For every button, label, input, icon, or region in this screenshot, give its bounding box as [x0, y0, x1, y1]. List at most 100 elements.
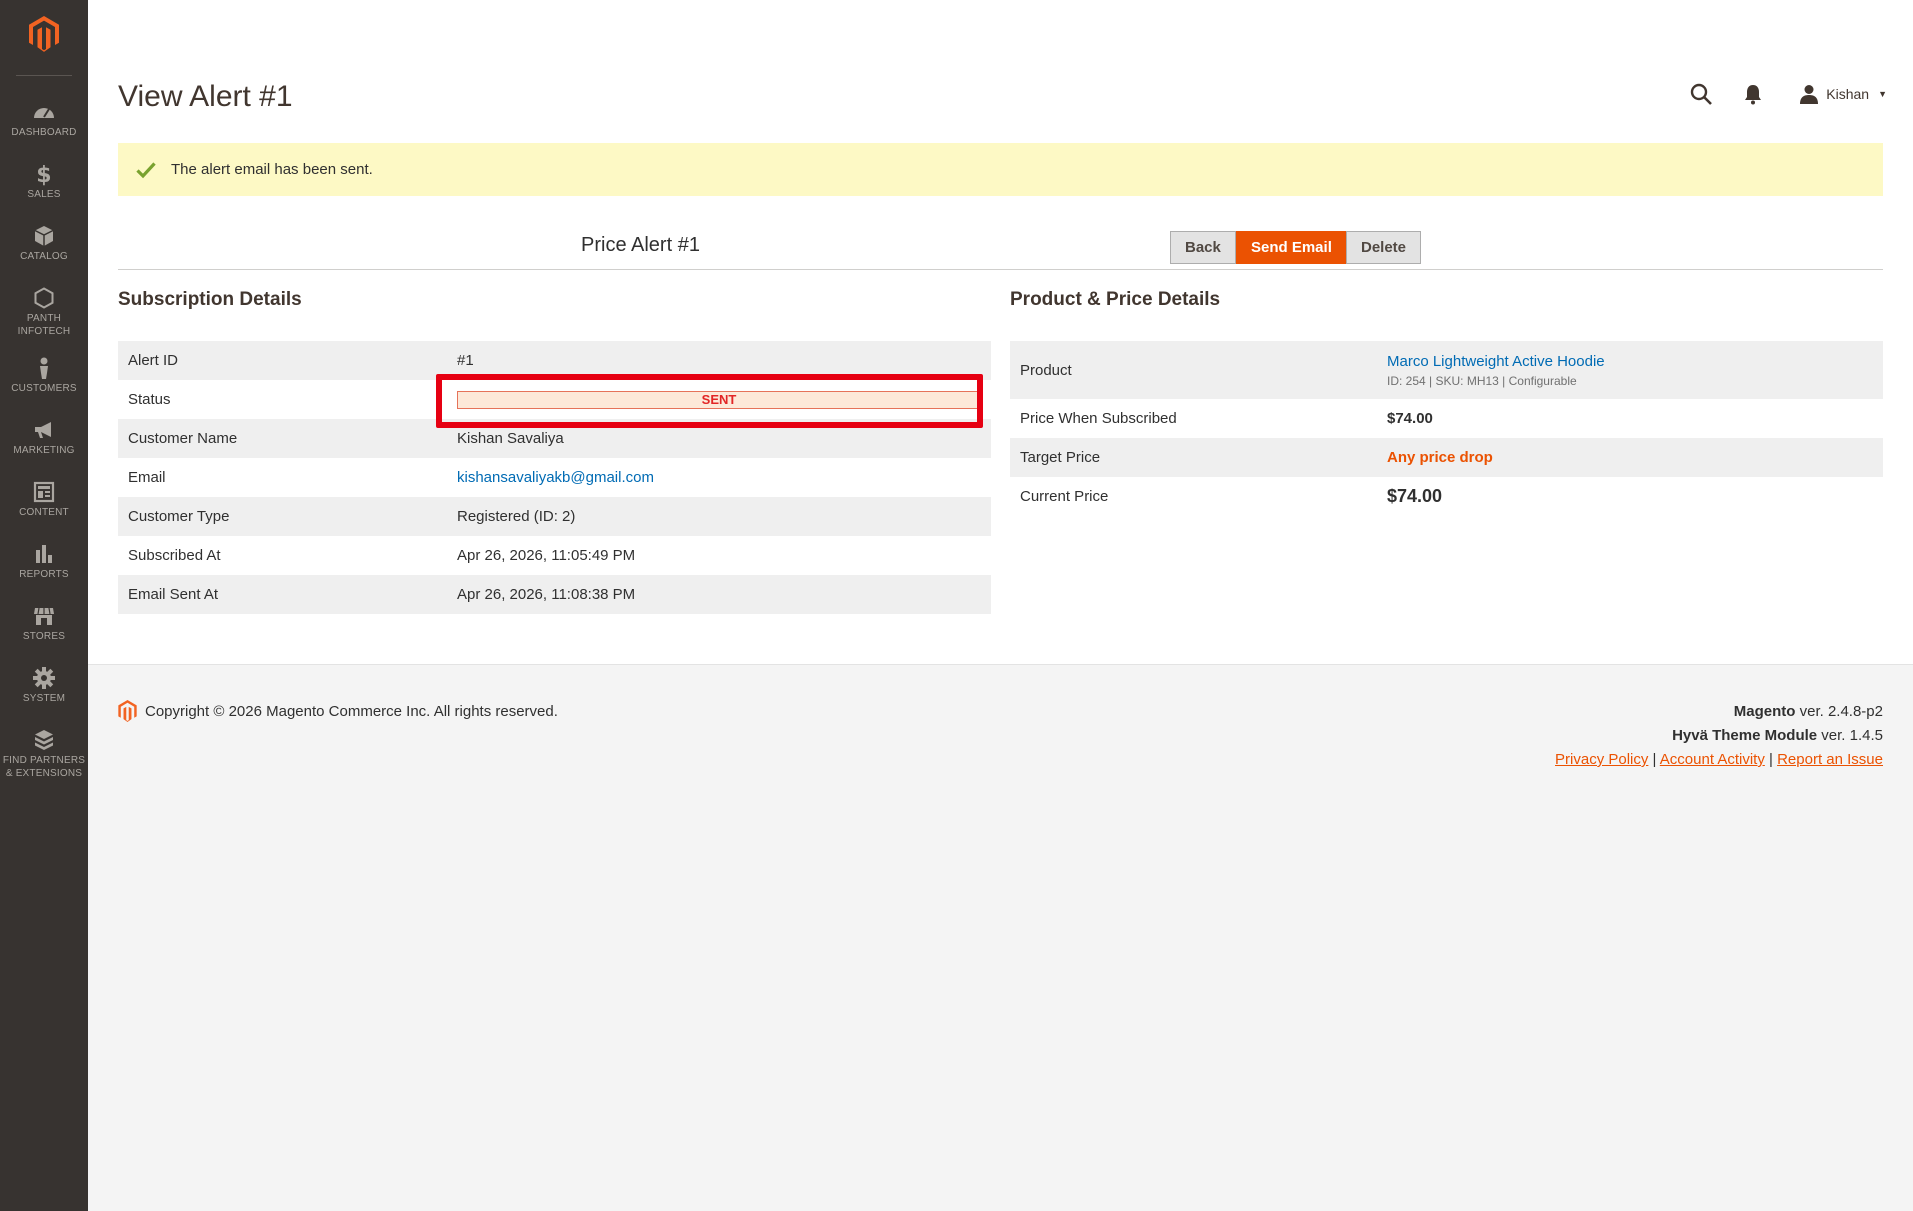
email-sent-at-label: Email Sent At: [118, 575, 447, 614]
product-cell: Marco Lightweight Active Hoodie ID: 254 …: [1377, 341, 1883, 399]
sidebar-item-find-partners[interactable]: FIND PARTNERS & EXTENSIONS: [0, 716, 88, 786]
sidebar-item-label: INFOTECH: [17, 326, 71, 337]
table-row: Product Marco Lightweight Active Hoodie …: [1010, 341, 1883, 399]
customer-type-label: Customer Type: [118, 497, 447, 536]
status-label: Status: [118, 380, 447, 419]
hyva-name: Hyvä Theme Module: [1672, 727, 1818, 744]
gear-icon: [33, 667, 55, 689]
bell-icon[interactable]: [1741, 82, 1765, 106]
product-link[interactable]: Marco Lightweight Active Hoodie: [1387, 353, 1605, 370]
target-price-value: Any price drop: [1377, 438, 1883, 477]
sidebar-item-content[interactable]: CONTENT: [0, 468, 88, 530]
table-row: Alert ID #1: [118, 341, 991, 380]
report-issue-link[interactable]: Report an Issue: [1777, 751, 1883, 768]
hyva-version-text: ver. 1.4.5: [1817, 727, 1883, 744]
table-row: Target Price Any price drop: [1010, 438, 1883, 477]
footer-divider: [88, 664, 1913, 665]
status-badge: SENT: [457, 390, 981, 409]
magento-logo[interactable]: [0, 0, 88, 75]
success-message: The alert email has been sent.: [118, 143, 1883, 196]
email-cell: kishansavaliyakb@gmail.com: [447, 458, 991, 497]
sidebar-item-label: CONTENT: [19, 507, 69, 518]
megaphone-icon: [35, 422, 51, 438]
blocks-icon: [35, 730, 53, 750]
footer-links: Privacy Policy | Account Activity | Repo…: [1555, 748, 1883, 772]
sidebar-item-label: STORES: [22, 631, 66, 642]
sidebar-item-label: FIND PARTNERS: [2, 755, 86, 766]
table-row: Status SENT: [118, 380, 991, 419]
target-price-label: Target Price: [1010, 438, 1377, 477]
sidebar-item-label: CUSTOMERS: [11, 383, 77, 394]
privacy-policy-link[interactable]: Privacy Policy: [1555, 751, 1648, 768]
hexagon-icon: [34, 287, 54, 309]
box-icon: [34, 226, 54, 246]
user-menu[interactable]: Kishan ▼: [1799, 84, 1887, 104]
delete-button[interactable]: Delete: [1346, 231, 1422, 264]
checkmark-icon: [136, 161, 156, 178]
table-row: Current Price $74.00: [1010, 477, 1883, 516]
product-label: Product: [1010, 341, 1377, 399]
sidebar-item-stores[interactable]: STORES: [0, 592, 88, 654]
admin-sidebar: DASHBOARD $ SALES CATALOG PANTH INFOTECH…: [0, 0, 88, 1211]
customer-name-label: Customer Name: [118, 419, 447, 458]
magento-logo-icon: [118, 700, 137, 722]
price-subscribed-value: $74.00: [1377, 399, 1883, 438]
subscribed-at-label: Subscribed At: [118, 536, 447, 575]
sidebar-item-system[interactable]: SYSTEM: [0, 654, 88, 716]
sidebar-item-panth-infotech[interactable]: PANTH INFOTECH: [0, 274, 88, 344]
dashboard-icon: [34, 108, 54, 118]
table-row: Price When Subscribed $74.00: [1010, 399, 1883, 438]
current-price-value: $74.00: [1377, 477, 1883, 516]
magento-name: Magento: [1733, 703, 1796, 720]
email-label: Email: [118, 458, 447, 497]
sidebar-item-label: CATALOG: [20, 251, 68, 262]
sidebar-item-reports[interactable]: REPORTS: [0, 530, 88, 592]
search-icon[interactable]: [1689, 82, 1713, 106]
dollar-icon: $: [36, 163, 52, 186]
sidebar-item-customers[interactable]: CUSTOMERS: [0, 344, 88, 406]
email-link[interactable]: kishansavaliyakb@gmail.com: [457, 469, 654, 486]
sidebar-divider: [16, 75, 72, 76]
link-separator: |: [1652, 751, 1660, 768]
sidebar-item-sales[interactable]: $ SALES: [0, 150, 88, 212]
sidebar-item-label: SYSTEM: [22, 693, 66, 704]
subscription-details-title: Subscription Details: [118, 289, 302, 310]
email-sent-at-value: Apr 26, 2026, 11:08:38 PM: [447, 575, 991, 614]
customer-name-value: Kishan Savaliya: [447, 419, 991, 458]
account-activity-link[interactable]: Account Activity: [1660, 751, 1765, 768]
sidebar-item-label: REPORTS: [19, 569, 69, 580]
copyright-text: Copyright © 2026 Magento Commerce Inc. A…: [145, 702, 558, 720]
table-row: Subscribed At Apr 26, 2026, 11:05:49 PM: [118, 536, 991, 575]
sidebar-item-catalog[interactable]: CATALOG: [0, 212, 88, 274]
success-message-text: The alert email has been sent.: [171, 161, 373, 178]
table-row: Customer Name Kishan Savaliya: [118, 419, 991, 458]
header-actions: Kishan ▼: [1689, 82, 1887, 106]
hyva-version: Hyvä Theme Module ver. 1.4.5: [1555, 724, 1883, 748]
page-title: View Alert #1: [118, 80, 293, 113]
page-toolbar: Price Alert #1 Back Send Email Delete: [118, 226, 1883, 270]
send-email-button[interactable]: Send Email: [1236, 231, 1347, 264]
link-separator: |: [1769, 751, 1778, 768]
footer-copyright: Copyright © 2026 Magento Commerce Inc. A…: [118, 700, 558, 722]
price-subscribed-label: Price When Subscribed: [1010, 399, 1377, 438]
page-body: View Alert #1 Kishan ▼ The alert email h…: [88, 0, 1913, 664]
svg-text:$: $: [36, 163, 52, 186]
subscription-details-table: Alert ID #1 Status SENT Customer Name Ki…: [118, 341, 991, 614]
sidebar-item-marketing[interactable]: MARKETING: [0, 406, 88, 468]
table-row: Customer Type Registered (ID: 2): [118, 497, 991, 536]
product-details-title: Product & Price Details: [1010, 289, 1221, 310]
sidebar-item-label: & EXTENSIONS: [5, 768, 83, 779]
main-content: View Alert #1 Kishan ▼ The alert email h…: [88, 0, 1913, 1211]
product-meta: ID: 254 | SKU: MH13 | Configurable: [1387, 373, 1577, 388]
chevron-down-icon: ▼: [1878, 89, 1887, 99]
user-icon: [1800, 85, 1819, 104]
sidebar-item-label: PANTH: [26, 313, 62, 324]
back-button[interactable]: Back: [1170, 231, 1236, 264]
footer-versions: Magento ver. 2.4.8-p2 Hyvä Theme Module …: [1555, 700, 1883, 772]
customer-type-value: Registered (ID: 2): [447, 497, 991, 536]
sidebar-item-label: SALES: [27, 189, 61, 200]
toolbar-title: Price Alert #1: [581, 234, 700, 256]
current-price-label: Current Price: [1010, 477, 1377, 516]
table-row: Email Sent At Apr 26, 2026, 11:08:38 PM: [118, 575, 991, 614]
sidebar-item-dashboard[interactable]: DASHBOARD: [0, 88, 88, 150]
